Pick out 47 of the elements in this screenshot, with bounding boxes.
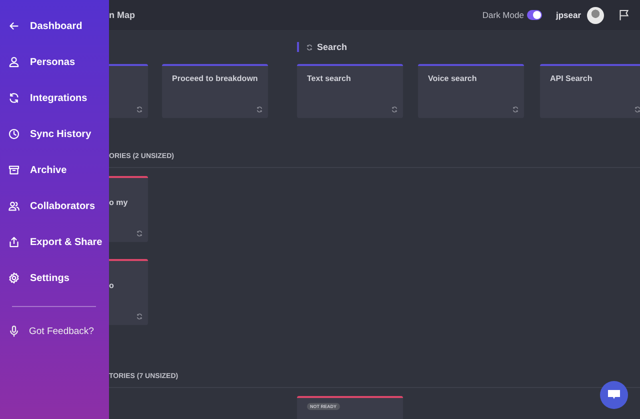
drawer-item[interactable]: Export & Share [0, 224, 109, 260]
feature-card[interactable]: Voice search [418, 64, 524, 118]
export-icon [8, 236, 20, 248]
chat-button[interactable] [600, 381, 628, 409]
drawer-item[interactable]: Sync History [0, 116, 109, 152]
dark-mode-label: Dark Mode [482, 10, 524, 20]
people-icon [8, 200, 20, 212]
microphone-icon [8, 325, 20, 337]
back-arrow-icon [8, 20, 20, 32]
card-title: Voice search [428, 74, 477, 83]
card-title: Text search [307, 74, 351, 83]
drawer-item[interactable]: Archive [0, 152, 109, 188]
drawer-item[interactable]: Collaborators [0, 188, 109, 224]
feature-card[interactable]: API Search [540, 64, 640, 118]
drawer-item[interactable]: Personas [0, 44, 109, 80]
user-name: jpsear [556, 10, 581, 20]
page-title: n Map [109, 10, 135, 20]
sync-icon [512, 106, 519, 113]
drawer-item[interactable]: Integrations [0, 80, 109, 116]
sync-icon [136, 230, 143, 237]
settings-icon [8, 272, 20, 284]
card-title: o [109, 281, 114, 290]
sync-icon [634, 106, 640, 113]
sync-icon [256, 106, 263, 113]
sync-icon [8, 92, 20, 104]
drawer-item[interactable]: Settings [0, 260, 109, 296]
card-title: o my [109, 198, 128, 207]
person-icon [8, 56, 20, 68]
sync-icon [136, 106, 143, 113]
feature-card[interactable]: Text search [297, 64, 403, 118]
chat-icon [608, 390, 620, 400]
sync-icon [306, 44, 313, 50]
clock-icon [8, 128, 20, 140]
group-title: Search [317, 42, 348, 52]
story-card[interactable]: o my [109, 176, 148, 242]
dark-mode-toggle[interactable] [526, 10, 542, 20]
avatar[interactable] [587, 6, 604, 24]
flag-icon[interactable] [618, 9, 630, 21]
archive-icon [8, 164, 20, 176]
story-card[interactable]: o [109, 259, 148, 325]
feedback-link[interactable]: Got Feedback? [0, 313, 109, 349]
sync-icon [391, 106, 398, 113]
feature-card[interactable]: Proceed to breakdown [162, 64, 268, 118]
card-title: Proceed to breakdown [172, 74, 258, 83]
sync-icon [136, 313, 143, 320]
card-title: API Search [550, 74, 592, 83]
drawer-item[interactable]: Dashboard [0, 8, 109, 44]
